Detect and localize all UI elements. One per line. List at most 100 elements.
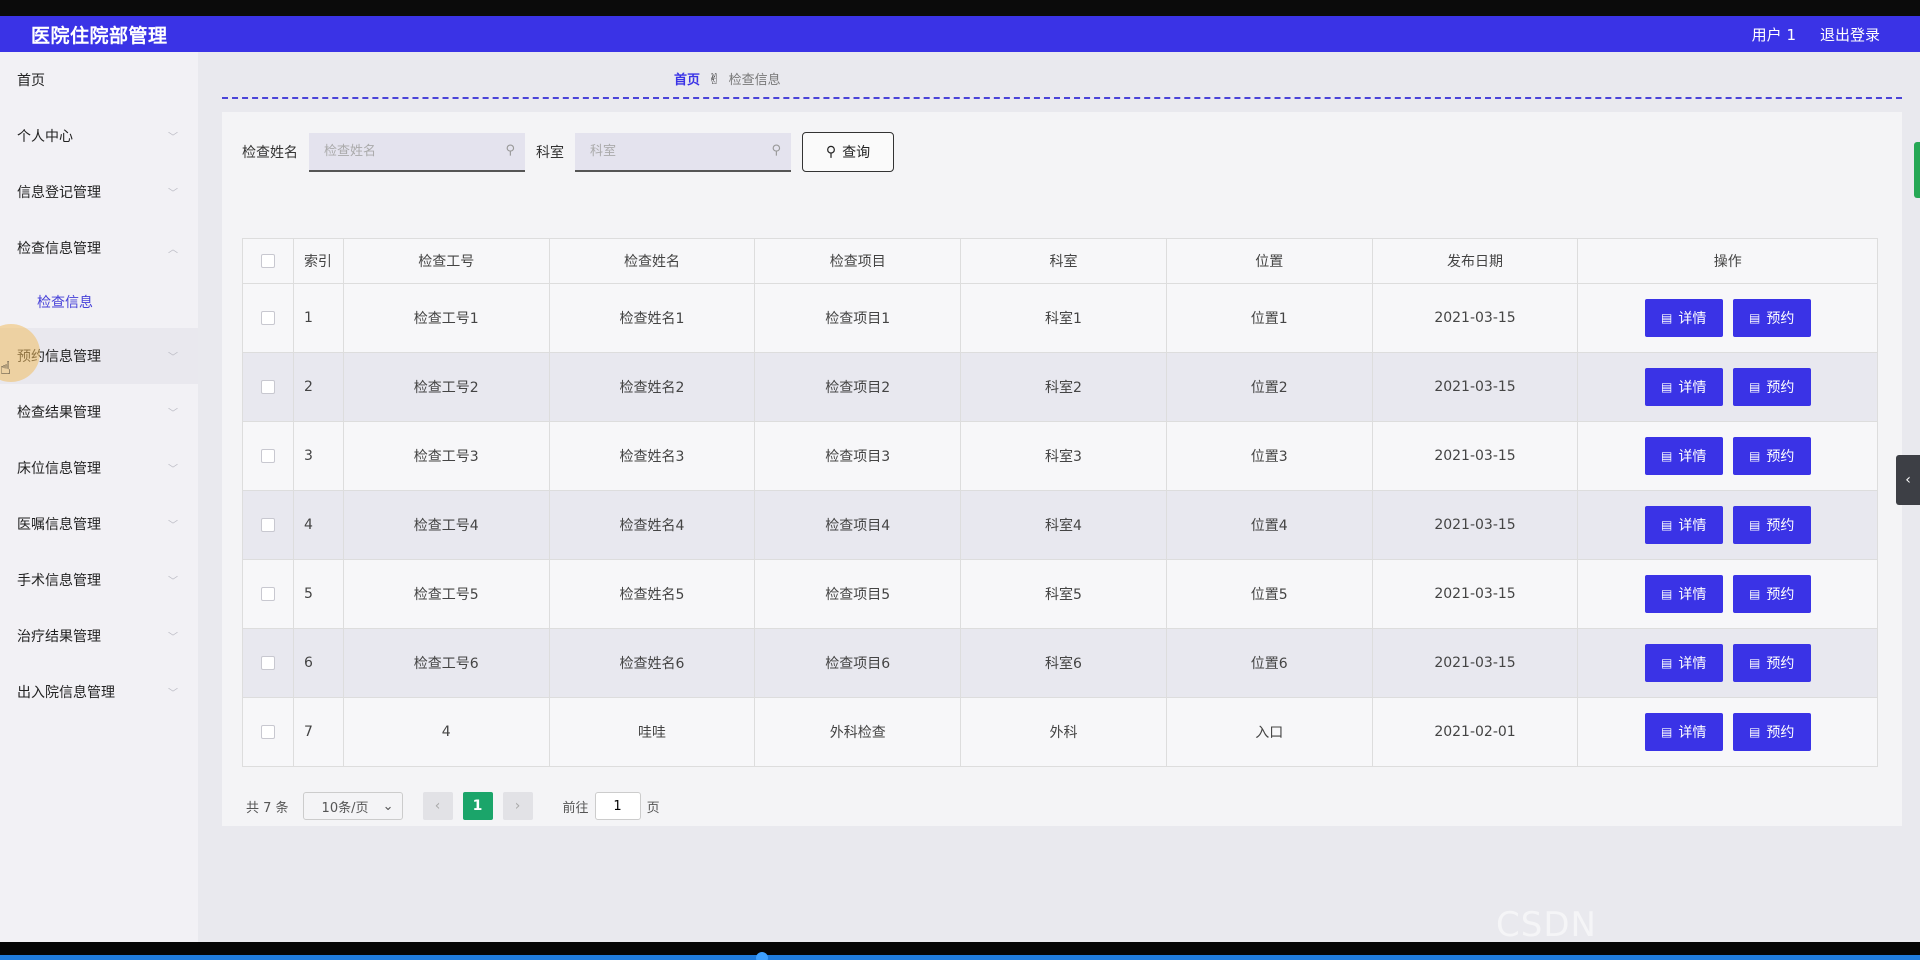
breadcrumb-current: 检查信息	[728, 73, 781, 88]
cell-exam-id: 检查工号1	[342, 284, 549, 352]
cell-exam-id: 检查工号3	[342, 422, 549, 490]
sidebar-item-label: 出入院信息管理	[17, 685, 115, 701]
prev-page-button[interactable]: ‹	[422, 792, 453, 820]
table-row: 6 检查工号6 检查姓名6 检查项目6 科室6 位置6 2021-03-15 ▤…	[243, 628, 1877, 697]
select-all-checkbox[interactable]	[260, 254, 275, 268]
sidebar-item-treatment-results[interactable]: 治疗结果管理 ﹀	[0, 608, 198, 664]
cell-actions: ▤ 详情 ▤ 预约	[1577, 284, 1877, 352]
sidebar-item-home[interactable]: 首页	[0, 52, 198, 108]
video-progress-knob[interactable]	[756, 952, 768, 960]
header-exam-name: 检查姓名	[548, 239, 755, 283]
sidebar-item-medical-orders[interactable]: 医嘱信息管理 ﹀	[0, 496, 198, 552]
cell-department: 科室2	[960, 353, 1166, 421]
user-name[interactable]: 用户 1	[1752, 24, 1796, 45]
page-size-select[interactable]: 10条/页 ⌄	[302, 792, 403, 820]
cell-actions: ▤ 详情 ▤ 预约	[1577, 629, 1877, 697]
collapse-panel-handle[interactable]: ‹	[1896, 455, 1920, 505]
reserve-button[interactable]: ▤ 预约	[1732, 575, 1811, 613]
header-location: 位置	[1165, 239, 1372, 283]
search-icon: ⚲	[771, 142, 781, 158]
reserve-button[interactable]: ▤ 预约	[1732, 644, 1811, 682]
detail-button[interactable]: ▤ 详情	[1644, 437, 1723, 475]
cell-location: 位置1	[1165, 284, 1372, 352]
cell-actions: ▤ 详情 ▤ 预约	[1577, 698, 1877, 766]
video-progress-bar[interactable]	[0, 955, 1920, 960]
row-checkbox[interactable]	[260, 380, 275, 394]
chevron-down-icon: ﹀	[168, 688, 178, 700]
cell-publish-date: 2021-03-15	[1371, 491, 1578, 559]
cell-location: 位置2	[1165, 353, 1372, 421]
pagination: 共 7 条 10条/页 ⌄ ‹ 1 › 前往 页	[246, 792, 660, 820]
sidebar-item-registration[interactable]: 信息登记管理 ﹀	[0, 164, 198, 220]
dept-search-box: ⚲	[575, 132, 791, 172]
detail-button-label: 详情	[1678, 518, 1707, 534]
sidebar-item-exam-results[interactable]: 检查结果管理 ﹀	[0, 384, 198, 440]
document-icon: ▤	[1749, 587, 1761, 601]
main-content: 首页 ✌ 检查信息 检查姓名 ⚲ 科室 ⚲ ⚲ 查询 索引	[198, 52, 1920, 942]
page-number-button[interactable]: 1	[462, 792, 493, 820]
next-page-button[interactable]: ›	[502, 792, 533, 820]
mouse-cursor-icon: ☝	[0, 358, 11, 379]
query-button[interactable]: ⚲ 查询	[802, 132, 894, 172]
breadcrumb-home[interactable]: 首页	[674, 69, 700, 88]
sidebar-item-beds[interactable]: 床位信息管理 ﹀	[0, 440, 198, 496]
name-search-input[interactable]	[309, 132, 525, 170]
detail-button[interactable]: ▤ 详情	[1644, 506, 1723, 544]
name-search-box: ⚲	[309, 132, 525, 172]
row-checkbox[interactable]	[260, 311, 275, 325]
sidebar-item-surgery[interactable]: 手术信息管理 ﹀	[0, 552, 198, 608]
sidebar-subitem-exam-info[interactable]: 检查信息	[0, 276, 198, 328]
sidebar-item-label: 首页	[17, 73, 45, 89]
chevron-down-icon: ﹀	[168, 520, 178, 532]
sidebar-item-label: 手术信息管理	[17, 573, 101, 589]
dept-search-input[interactable]	[575, 132, 791, 170]
cell-index: 3	[292, 422, 343, 490]
logout-link[interactable]: 退出登录	[1820, 24, 1880, 45]
goto-page-input[interactable]	[594, 792, 641, 820]
detail-button[interactable]: ▤ 详情	[1644, 575, 1723, 613]
reserve-button[interactable]: ▤ 预约	[1732, 437, 1811, 475]
reserve-button[interactable]: ▤ 预约	[1732, 299, 1811, 337]
cell-index: 6	[292, 629, 343, 697]
list-panel: 检查姓名 ⚲ 科室 ⚲ ⚲ 查询 索引 检查工号 检查姓名 检查项目	[222, 112, 1902, 826]
cell-exam-name: 检查姓名1	[548, 284, 755, 352]
reserve-button[interactable]: ▤ 预约	[1732, 368, 1811, 406]
search-icon: ⚲	[505, 142, 515, 158]
cell-publish-date: 2021-03-15	[1371, 353, 1578, 421]
sidebar-item-label: 检查信息管理	[17, 241, 101, 257]
cell-publish-date: 2021-03-15	[1371, 560, 1578, 628]
header-department: 科室	[960, 239, 1166, 283]
reserve-button[interactable]: ▤ 预约	[1732, 506, 1811, 544]
table-row: 4 检查工号4 检查姓名4 检查项目4 科室4 位置4 2021-03-15 ▤…	[243, 490, 1877, 559]
cell-department: 科室3	[960, 422, 1166, 490]
sidebar-item-label: 检查信息	[37, 295, 93, 311]
cell-exam-item: 检查项目4	[754, 491, 960, 559]
row-checkbox[interactable]	[260, 518, 275, 532]
detail-button[interactable]: ▤ 详情	[1644, 368, 1723, 406]
row-checkbox[interactable]	[260, 656, 275, 670]
cell-exam-name: 检查姓名5	[548, 560, 755, 628]
goto-suffix: 页	[646, 800, 660, 816]
detail-button-label: 详情	[1678, 725, 1707, 741]
row-checkbox[interactable]	[260, 587, 275, 601]
detail-button[interactable]: ▤ 详情	[1644, 299, 1723, 337]
row-checkbox[interactable]	[260, 725, 275, 739]
row-checkbox-cell	[243, 629, 293, 697]
sidebar-item-personal-center[interactable]: 个人中心 ﹀	[0, 108, 198, 164]
chevron-down-icon: ﹀	[168, 632, 178, 644]
sidebar-item-admission-discharge[interactable]: 出入院信息管理 ﹀	[0, 664, 198, 720]
chevron-down-icon: ﹀	[168, 576, 178, 588]
dashed-divider	[222, 97, 1902, 99]
detail-button[interactable]: ▤ 详情	[1644, 644, 1723, 682]
detail-button[interactable]: ▤ 详情	[1644, 713, 1723, 751]
row-checkbox-cell	[243, 560, 293, 628]
chevron-down-icon: ﹀	[168, 464, 178, 476]
query-button-label: 查询	[842, 145, 871, 161]
document-icon: ▤	[1661, 725, 1673, 739]
table-row: 1 检查工号1 检查姓名1 检查项目1 科室1 位置1 2021-03-15 ▤…	[243, 283, 1877, 352]
right-edge-tab[interactable]	[1914, 142, 1920, 198]
row-checkbox[interactable]	[260, 449, 275, 463]
sidebar-item-exam-management[interactable]: 检查信息管理 ︿	[0, 220, 198, 276]
reserve-button-label: 预约	[1766, 587, 1795, 603]
reserve-button[interactable]: ▤ 预约	[1732, 713, 1811, 751]
